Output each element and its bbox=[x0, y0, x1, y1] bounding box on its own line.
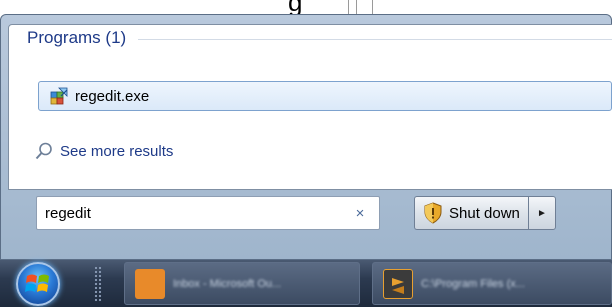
see-more-label: See more results bbox=[60, 142, 174, 160]
windows-orb-icon bbox=[25, 274, 49, 292]
sublime-icon bbox=[383, 268, 413, 299]
uac-shield-icon bbox=[424, 202, 442, 224]
result-label: regedit.exe bbox=[75, 87, 150, 105]
results-group-header: Programs (1) bbox=[27, 28, 612, 48]
shutdown-button[interactable]: Shut down bbox=[414, 196, 528, 230]
result-item-regedit[interactable]: regedit.exe bbox=[38, 81, 612, 111]
taskbar-grip[interactable] bbox=[94, 266, 102, 302]
search-input[interactable]: regedit × bbox=[36, 196, 380, 230]
magnifier-icon bbox=[35, 142, 52, 160]
arrow-right-icon: ► bbox=[536, 207, 547, 219]
taskbar-button-label: Inbox - Microsoft Ou... bbox=[173, 277, 282, 290]
shutdown-control: Shut down ► bbox=[414, 196, 556, 230]
outlook-icon bbox=[135, 268, 165, 299]
clear-search-icon[interactable]: × bbox=[349, 205, 371, 222]
start-button[interactable] bbox=[16, 262, 60, 306]
taskbar-button-label: C:\Program Files (x... bbox=[421, 277, 525, 290]
shutdown-label: Shut down bbox=[449, 204, 520, 222]
taskbar-button-sublime[interactable]: C:\Program Files (x... bbox=[372, 262, 612, 305]
see-more-results-link[interactable]: See more results bbox=[34, 141, 173, 161]
group-title[interactable]: Programs (1) bbox=[27, 28, 126, 48]
search-input-value[interactable]: regedit bbox=[45, 205, 349, 222]
taskbar-button-outlook[interactable]: Inbox - Microsoft Ou... bbox=[124, 262, 360, 305]
group-divider bbox=[138, 39, 612, 40]
shutdown-options-button[interactable]: ► bbox=[527, 196, 556, 230]
regedit-icon bbox=[50, 87, 68, 105]
